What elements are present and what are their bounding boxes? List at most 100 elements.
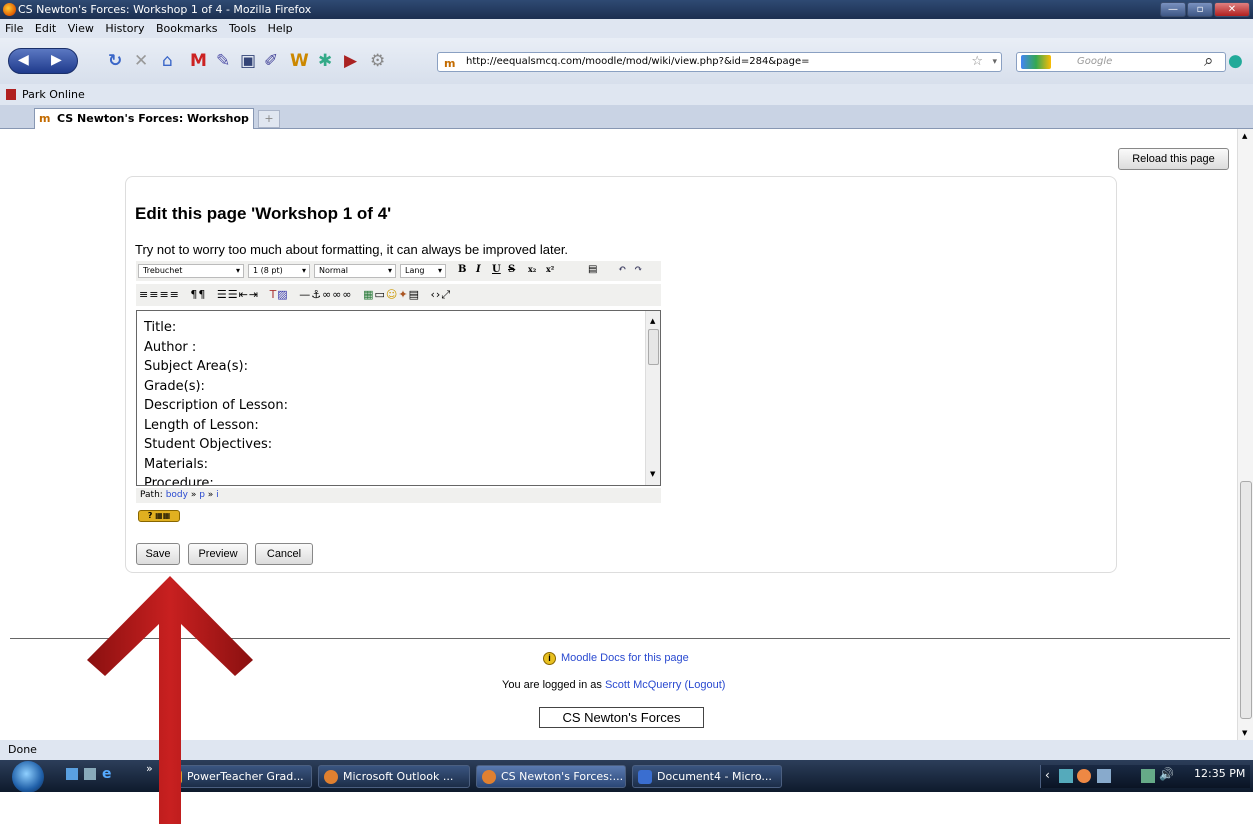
url-dropdown-icon[interactable]: ▾	[992, 53, 997, 71]
stop-icon[interactable]: ✕	[134, 52, 148, 70]
clean-word-icon[interactable]: ▤	[588, 264, 597, 275]
moodle-docs-link[interactable]: i Moodle Docs for this page	[543, 652, 689, 665]
image-icon[interactable]: ▦	[363, 288, 374, 301]
minimize-button[interactable]: —	[1160, 2, 1186, 17]
underline-icon[interactable]: U	[492, 264, 501, 275]
bold-icon[interactable]: B	[458, 264, 466, 275]
italic-icon[interactable]: I	[476, 264, 481, 275]
smiley-icon[interactable]: ☺	[386, 288, 398, 301]
gmail-icon[interactable]: M	[190, 52, 207, 70]
align-left-icon[interactable]: ≡	[139, 288, 149, 301]
addon-icon-1[interactable]: ✎	[216, 52, 230, 70]
justify-icon[interactable]: ≡	[170, 288, 180, 301]
user-link[interactable]: Scott McQuerry	[605, 679, 681, 691]
youtube-icon[interactable]: ▶	[344, 52, 357, 70]
path-body[interactable]: body	[166, 490, 188, 500]
menu-help[interactable]: Help	[268, 22, 293, 35]
bullet-list-icon[interactable]: ☰	[228, 288, 239, 301]
style-select[interactable]: Normal ▾	[314, 264, 396, 278]
close-button[interactable]: ✕	[1214, 2, 1250, 17]
strikethrough-icon[interactable]: S	[508, 264, 515, 275]
settings-icon[interactable]: ⚙	[370, 52, 385, 70]
page-scroll-down-icon[interactable]: ▼	[1242, 729, 1247, 737]
lang-select[interactable]: Lang ▾	[400, 264, 446, 278]
bookmark-star-icon[interactable]: ☆	[971, 53, 983, 71]
unlink-icon[interactable]: ∞	[342, 288, 352, 301]
volume-icon[interactable]: 🔊	[1159, 767, 1174, 781]
addon-icon-3[interactable]: ✐	[264, 52, 278, 70]
menu-file[interactable]: File	[5, 22, 23, 35]
new-tab-button[interactable]: +	[258, 110, 280, 128]
page-scroll-thumb[interactable]	[1240, 481, 1252, 719]
addon-icon-5[interactable]: ✱	[318, 52, 332, 70]
taskbar-outlook[interactable]: Microsoft Outlook ...	[318, 765, 470, 788]
special-char-icon[interactable]: ✦	[398, 288, 408, 301]
size-select[interactable]: 1 (8 pt) ▾	[248, 264, 310, 278]
taskbar-word[interactable]: Document4 - Micro...	[632, 765, 782, 788]
course-button[interactable]: CS Newton's Forces	[539, 707, 704, 728]
indent-icon[interactable]: ⇥	[249, 288, 259, 301]
align-center-icon[interactable]: ≡	[149, 288, 159, 301]
home-icon[interactable]: ⌂	[162, 52, 173, 70]
menu-bookmarks[interactable]: Bookmarks	[156, 22, 217, 35]
horizontal-rule-icon[interactable]: —	[299, 288, 311, 301]
page-scrollbar[interactable]: ▲ ▼	[1237, 129, 1253, 740]
fullscreen-icon[interactable]: ⤢	[441, 288, 451, 301]
editor-textarea[interactable]: Title: Author : Subject Area(s): Grade(s…	[136, 310, 661, 486]
reload-page-button[interactable]: Reload this page	[1118, 148, 1229, 170]
superscript-icon[interactable]: x²	[546, 264, 554, 274]
path-i[interactable]: i	[216, 490, 219, 500]
tray-icon-2[interactable]	[1077, 769, 1091, 783]
anchor-icon[interactable]: ⚓	[311, 288, 322, 301]
network-icon[interactable]	[1141, 769, 1155, 783]
undo-icon[interactable]: ↶	[618, 264, 626, 275]
tab-active[interactable]: m CS Newton's Forces: Workshop 1 of 4	[34, 108, 254, 145]
back-icon[interactable]: ◀	[18, 52, 29, 68]
show-desktop-icon[interactable]	[66, 768, 78, 780]
preview-button[interactable]: Preview	[188, 543, 248, 565]
search-engine-icon[interactable]	[1021, 55, 1051, 69]
menu-tools[interactable]: Tools	[229, 22, 256, 35]
addon-icon-2[interactable]: ▣	[240, 52, 256, 70]
start-button[interactable]	[12, 761, 44, 793]
search-icon[interactable]: ⌕	[1204, 52, 1214, 70]
html-source-icon[interactable]: ‹›	[431, 288, 442, 301]
addon-icon-4[interactable]: W	[290, 52, 309, 70]
menu-history[interactable]: History	[105, 22, 144, 35]
scroll-down-icon[interactable]: ▼	[650, 465, 655, 485]
numbered-list-icon[interactable]: ☰	[217, 288, 228, 301]
menu-view[interactable]: View	[68, 22, 94, 35]
link-icon[interactable]: ∞	[322, 288, 332, 301]
redo-icon[interactable]: ↷	[634, 264, 642, 275]
url-bar[interactable]: m http://eequalsmcq.com/moodle/mod/wiki/…	[437, 52, 1002, 72]
font-select[interactable]: Trebuchet ▾	[138, 264, 244, 278]
bookmark-park-online[interactable]: Park Online	[22, 88, 85, 101]
table-icon[interactable]: ▭	[375, 288, 386, 301]
page-scroll-up-icon[interactable]: ▲	[1242, 132, 1247, 140]
forward-icon[interactable]: ▶	[51, 52, 62, 68]
maximize-button[interactable]: ▫	[1187, 2, 1213, 17]
reload-icon[interactable]: ↻	[108, 52, 122, 70]
back-forward-buttons[interactable]: ◀ ▶	[8, 48, 78, 74]
menu-edit[interactable]: Edit	[35, 22, 56, 35]
search-box[interactable]: Google	[1016, 52, 1226, 72]
outdent-icon[interactable]: ⇤	[239, 288, 249, 301]
skype-icon[interactable]: ●	[1228, 52, 1243, 70]
subscript-icon[interactable]: x₂	[528, 264, 536, 274]
path-p[interactable]: p	[199, 490, 205, 500]
tray-expand-icon[interactable]: ‹	[1045, 768, 1050, 782]
bg-color-icon[interactable]: ▨	[277, 288, 288, 301]
save-button[interactable]: Save	[136, 543, 180, 565]
taskbar-firefox[interactable]: CS Newton's Forces:...	[476, 765, 626, 788]
tray-icon-3[interactable]	[1097, 769, 1111, 783]
tray-icon-1[interactable]	[1059, 769, 1073, 783]
editor-scrollbar[interactable]: ▲ ▼	[645, 311, 660, 485]
search-replace-icon[interactable]: ▤	[409, 288, 420, 301]
rtl-icon[interactable]: ¶	[198, 288, 206, 301]
cancel-button[interactable]: Cancel	[255, 543, 313, 565]
help-icon[interactable]: ? ▦▦	[138, 510, 180, 522]
logout-link[interactable]: (Logout)	[684, 679, 725, 691]
align-right-icon[interactable]: ≡	[159, 288, 169, 301]
nolink-icon[interactable]: ∞	[332, 288, 342, 301]
editor-scroll-thumb[interactable]	[648, 329, 659, 365]
